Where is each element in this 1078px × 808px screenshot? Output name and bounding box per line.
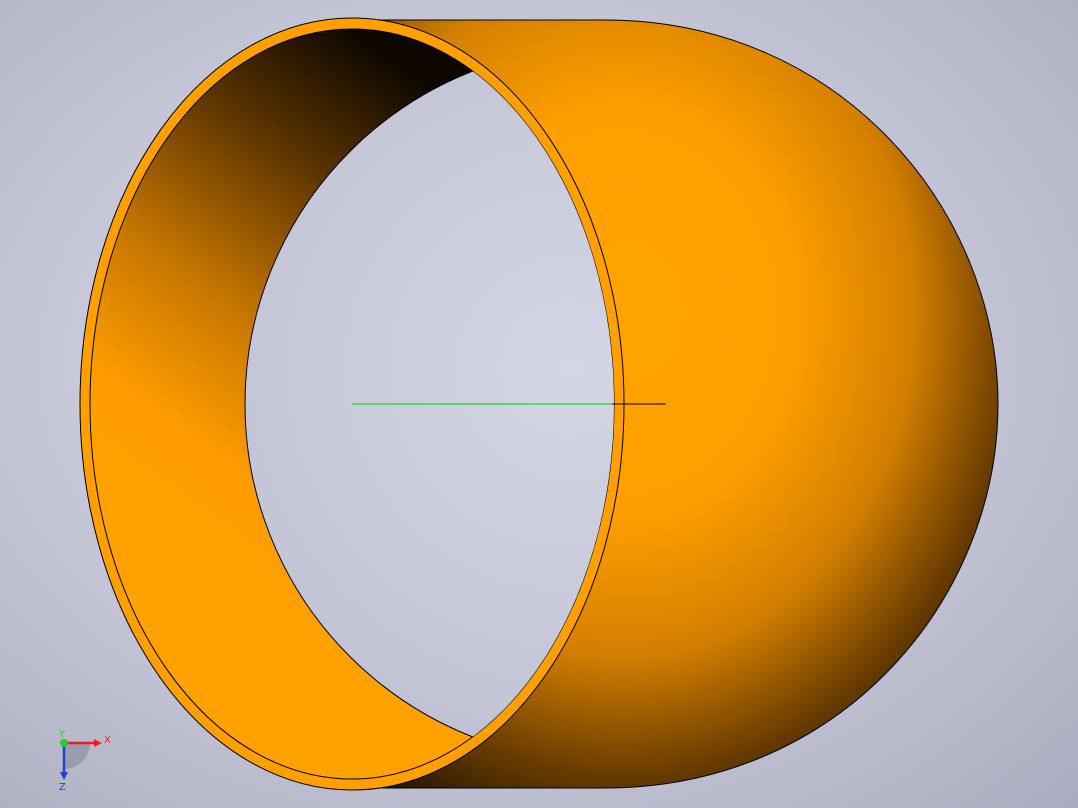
triad-x-arrow-icon [94,739,102,747]
graphics-viewport[interactable]: X Y Z [0,0,1078,808]
triad-y-axis-icon [60,739,68,747]
triad-z-label: Z [59,782,66,793]
triad-shadow-icon [64,743,90,769]
triad-y-label: Y [58,729,66,740]
reference-triad[interactable]: X Y Z [50,728,120,798]
triad-x-label: X [104,735,111,746]
triad-z-arrow-icon [60,772,68,780]
cylinder-ring-model[interactable] [0,0,1078,808]
